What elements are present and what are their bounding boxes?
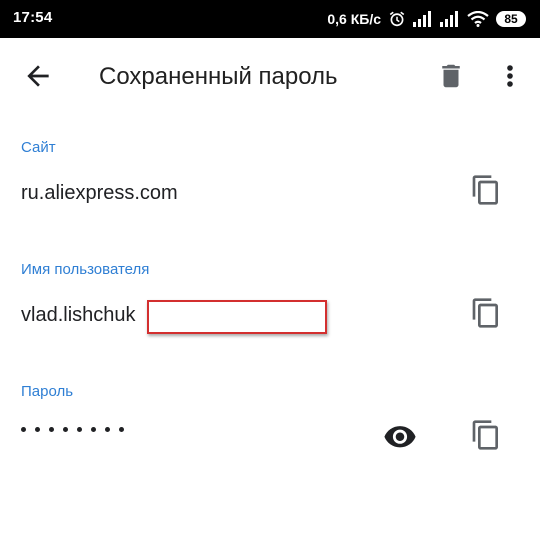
signal-icon <box>440 11 460 27</box>
trash-icon <box>436 64 466 96</box>
delete-button[interactable] <box>436 60 466 92</box>
password-dot <box>91 427 96 432</box>
more-options-button[interactable] <box>498 60 522 92</box>
page-title: Сохраненный пароль <box>99 63 338 90</box>
site-label: Сайт <box>21 139 56 156</box>
password-dot <box>49 427 54 432</box>
password-value <box>21 427 124 432</box>
password-label: Пароль <box>21 383 74 400</box>
password-dot <box>119 427 124 432</box>
password-dot <box>35 427 40 432</box>
app-bar: Сохраненный пароль <box>0 38 540 116</box>
back-button[interactable] <box>22 60 54 92</box>
signal-icon <box>413 11 433 27</box>
copy-icon <box>470 420 502 456</box>
highlight-box <box>147 300 327 334</box>
copy-icon <box>470 298 502 334</box>
password-dot <box>105 427 110 432</box>
password-dot <box>63 427 68 432</box>
status-time: 17:54 <box>13 9 53 26</box>
site-value: ru.aliexpress.com <box>21 182 178 204</box>
copy-username-button[interactable] <box>470 296 502 330</box>
username-value: vlad.lishchuk <box>21 304 136 326</box>
eye-icon <box>383 426 417 452</box>
network-speed: 0,6 КБ/с <box>327 11 381 27</box>
wifi-icon <box>467 11 489 27</box>
copy-site-button[interactable] <box>470 173 502 207</box>
password-dot <box>21 427 26 432</box>
status-indicators: 0,6 КБ/с 85 <box>327 8 526 30</box>
battery-icon: 85 <box>496 11 526 27</box>
username-label: Имя пользователя <box>21 261 150 278</box>
password-dot <box>77 427 82 432</box>
status-bar: 17:54 0,6 КБ/с 85 <box>0 0 540 38</box>
show-password-button[interactable] <box>383 424 417 448</box>
copy-password-button[interactable] <box>470 418 502 452</box>
copy-icon <box>470 175 502 211</box>
more-vert-icon <box>498 65 522 96</box>
arrow-back-icon <box>22 65 54 96</box>
alarm-icon <box>388 10 406 28</box>
